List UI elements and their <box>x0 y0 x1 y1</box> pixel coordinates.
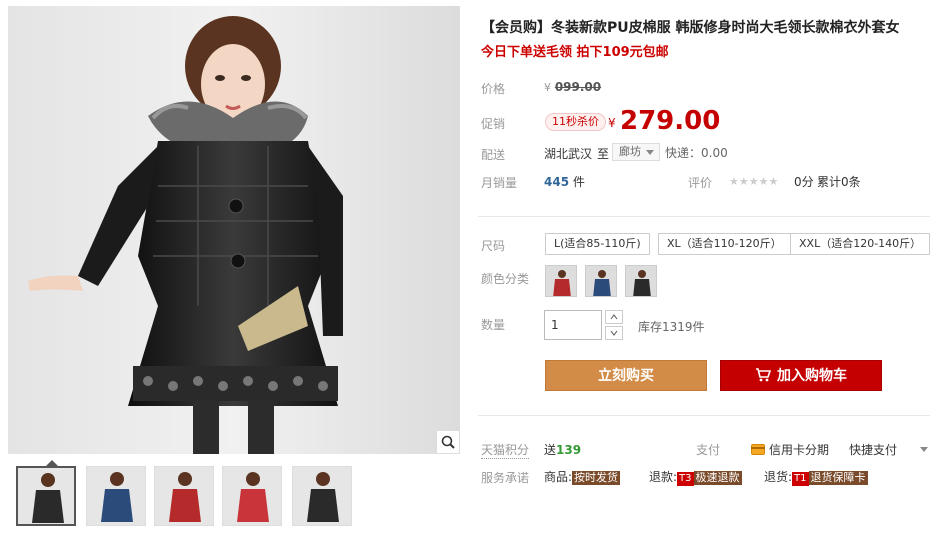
promo-label: 促销 <box>481 117 506 131</box>
thumbnail-image <box>223 467 281 525</box>
promise-refund: 退款: T3 极速退款 <box>649 468 742 486</box>
promise-return: 退货: T1 退货保障卡 <box>764 468 868 486</box>
quantity-increase-button[interactable] <box>605 310 623 324</box>
cart-icon <box>756 368 772 382</box>
promo-yen-sign: ¥ <box>608 116 616 130</box>
size-label: 尺码 <box>481 239 506 253</box>
stock-count: 库存1319件 <box>638 320 705 334</box>
rating-score: 0分 <box>794 175 814 189</box>
main-product-image[interactable] <box>8 6 460 454</box>
monthly-sales-count: 445 <box>544 175 570 189</box>
tmall-points: 送139 <box>544 441 581 458</box>
zoom-button[interactable] <box>436 430 460 454</box>
credit-card-icon <box>751 444 765 455</box>
size-option-l[interactable]: L(适合85-110斤) <box>545 233 650 255</box>
flash-sale-badge: 11秒杀价 <box>545 113 606 131</box>
goods-prefix: 商品: <box>544 470 573 484</box>
monthly-sales-unit: 件 <box>572 175 585 189</box>
thumbnail-5[interactable] <box>292 466 352 526</box>
add-to-cart-button[interactable]: 加入购物车 <box>720 360 882 391</box>
magnifier-icon <box>441 435 455 449</box>
thumbnail-image <box>155 467 213 525</box>
return-prefix: 退货: <box>764 470 793 484</box>
thumbnail-1[interactable] <box>16 466 76 526</box>
return-guarantee-tag[interactable]: 退货保障卡 <box>808 471 868 485</box>
shipping-fee: 快递：0.00 <box>665 144 728 161</box>
product-photo-illustration <box>8 6 460 454</box>
rating-stars-icon: ★★★★★ <box>729 175 779 188</box>
fast-refund-tag[interactable]: 极速退款 <box>693 471 742 485</box>
chevron-up-icon <box>610 314 618 320</box>
payment-label: 支付 <box>696 443 721 457</box>
original-price-value: 099.00 <box>554 80 602 94</box>
promise-goods: 商品: 按时发货 <box>544 468 621 485</box>
promo-price: 279.00 <box>620 106 721 136</box>
shipping-to-word: 至 <box>597 147 610 161</box>
chevron-down-icon <box>646 150 654 155</box>
color-swatch-black[interactable] <box>625 265 657 297</box>
price-label: 价格 <box>481 82 506 96</box>
points-prefix: 送 <box>544 443 557 457</box>
product-subtitle: 今日下单送毛领 拍下109元包邮 <box>481 45 669 60</box>
color-swatch-red[interactable] <box>545 265 577 297</box>
rating-label: 评价 <box>688 176 713 190</box>
swatch-image <box>586 266 616 296</box>
original-price: ¥ 099.00 <box>544 80 601 94</box>
color-label: 颜色分类 <box>481 272 530 286</box>
thumbnail-image <box>87 467 145 525</box>
color-swatch-blue[interactable] <box>585 265 617 297</box>
refund-prefix: 退款: <box>649 470 678 484</box>
thumbnail-4[interactable] <box>222 466 282 526</box>
size-option-xxl[interactable]: XXL（适合120-140斤） <box>790 233 930 255</box>
monthly-sales-label: 月销量 <box>481 176 518 190</box>
destination-city: 廊坊 <box>619 145 641 158</box>
points-value: 139 <box>556 443 582 457</box>
thumbnail-image <box>293 467 351 525</box>
quantity-decrease-button[interactable] <box>605 326 623 340</box>
product-title: 【会员购】冬装新款PU皮棉服 韩版修身时尚大毛领长款棉衣外套女 <box>481 20 900 36</box>
thumbnail-3[interactable] <box>154 466 214 526</box>
tmall-points-label[interactable]: 天猫积分 <box>481 441 530 459</box>
product-info-panel: 【会员购】冬装新款PU皮棉服 韩版修身时尚大毛领长款棉衣外套女 今日下单送毛领 … <box>478 0 930 537</box>
add-to-cart-label: 加入购物车 <box>777 368 847 384</box>
swatch-image <box>546 266 576 296</box>
chevron-down-icon <box>610 330 618 336</box>
yen-sign: ¥ <box>544 81 551 94</box>
credit-installment[interactable]: 信用卡分期 <box>751 441 829 458</box>
monthly-sales: 445 件 <box>544 173 585 190</box>
rating-total-link[interactable]: 累计0条 <box>817 173 861 190</box>
destination-city-select[interactable]: 廊坊 <box>612 143 660 161</box>
quantity-label: 数量 <box>481 318 506 332</box>
swatch-image <box>626 266 656 296</box>
shipping-fee-label: 快递： <box>665 146 702 160</box>
divider <box>478 415 930 416</box>
credit-installment-label: 信用卡分期 <box>769 443 830 457</box>
thumbnail-image <box>18 468 74 524</box>
thumbnail-2[interactable] <box>86 466 146 526</box>
on-time-delivery-tag[interactable]: 按时发货 <box>572 471 621 485</box>
quick-pay[interactable]: 快捷支付 <box>849 441 897 458</box>
shipping-fee-value: 0.00 <box>701 146 728 160</box>
thumbnail-strip <box>8 458 460 536</box>
buy-now-button[interactable]: 立刻购买 <box>545 360 707 391</box>
quantity-input[interactable] <box>544 310 602 340</box>
price-section: 价格 ¥ 099.00 促销 11秒杀价 ¥ 279.00 配送 湖北武汉 至 … <box>478 66 930 206</box>
refund-t-badge: T3 <box>677 472 694 486</box>
shipping-from: 湖北武汉 <box>544 147 593 161</box>
chevron-down-icon[interactable] <box>920 447 928 452</box>
service-promise-label: 服务承诺 <box>481 471 530 485</box>
divider <box>478 216 930 217</box>
return-t-badge: T1 <box>792 472 809 486</box>
shipping-label: 配送 <box>481 148 506 162</box>
size-option-xl[interactable]: XL（适合110-120斤） <box>658 233 791 255</box>
